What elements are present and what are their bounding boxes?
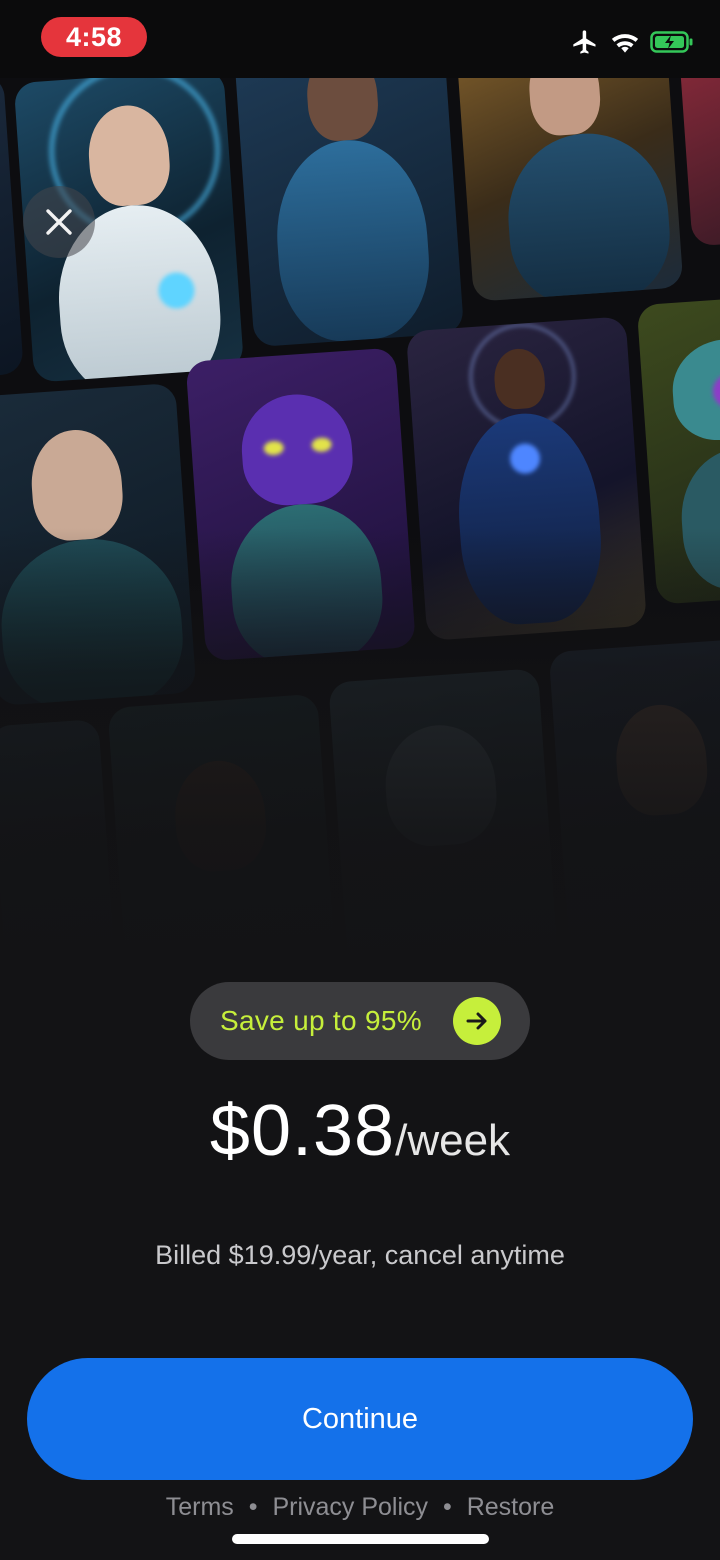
hero-gallery [0, 78, 720, 978]
restore-link[interactable]: Restore [467, 1493, 555, 1521]
home-indicator [232, 1534, 489, 1544]
price-display: $0.38/week [0, 1090, 720, 1172]
arrow-right-icon [453, 997, 501, 1045]
price-amount: $0.38 [209, 1091, 396, 1171]
save-badge-label: Save up to 95% [220, 1005, 422, 1036]
wifi-icon [611, 34, 639, 53]
close-button[interactable] [23, 186, 95, 258]
battery-charging-icon [650, 31, 693, 53]
save-badge[interactable]: Save up to 95% [190, 982, 530, 1060]
price-period: /week [395, 1116, 511, 1165]
status-bar: 4:58 [0, 0, 720, 78]
airplane-icon [573, 30, 596, 54]
close-icon [46, 209, 72, 235]
status-time: 4:58 [41, 17, 147, 57]
gallery-fade-overlay [0, 78, 720, 978]
continue-button[interactable]: Continue [27, 1358, 693, 1480]
billing-note: Billed $19.99/year, cancel anytime [155, 1240, 565, 1270]
terms-link[interactable]: Terms [166, 1493, 234, 1521]
footer-links: Terms • Privacy Policy • Restore [0, 1493, 720, 1522]
status-icons [570, 28, 694, 56]
privacy-policy-link[interactable]: Privacy Policy [272, 1493, 428, 1521]
link-separator: • [443, 1493, 452, 1521]
link-separator: • [248, 1493, 258, 1521]
